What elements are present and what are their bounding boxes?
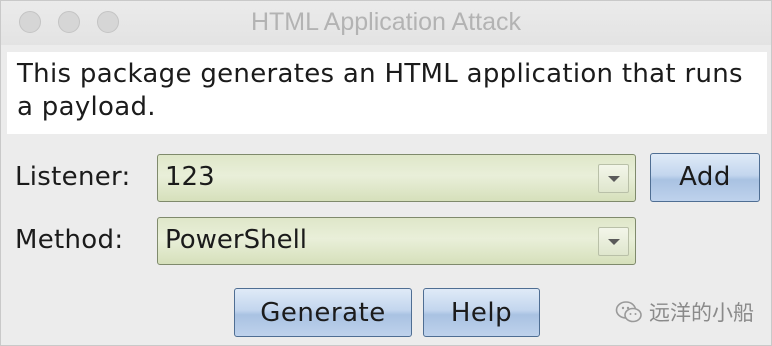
listener-label: Listener: <box>15 162 131 192</box>
chevron-down-icon[interactable] <box>598 227 629 256</box>
window-title: HTML Application Attack <box>250 8 522 36</box>
generate-button[interactable]: Generate <box>234 288 412 337</box>
listener-select-value: 123 <box>165 162 215 192</box>
method-select-value: PowerShell <box>165 225 308 255</box>
description-text: This package generates an HTML applicati… <box>7 52 767 134</box>
watermark: 远洋的小船 <box>615 297 754 327</box>
method-label: Method: <box>15 225 124 255</box>
listener-select[interactable]: 123 <box>157 154 636 202</box>
dialog-window: HTML Application Attack This package gen… <box>0 0 772 346</box>
chevron-down-icon[interactable] <box>598 164 629 193</box>
method-select[interactable]: PowerShell <box>157 217 636 265</box>
add-listener-button[interactable]: Add <box>650 153 760 202</box>
watermark-text: 远洋的小船 <box>649 301 754 325</box>
help-button[interactable]: Help <box>423 288 540 337</box>
title-bar[interactable]: HTML Application Attack <box>1 1 771 45</box>
wechat-icon <box>615 301 642 323</box>
